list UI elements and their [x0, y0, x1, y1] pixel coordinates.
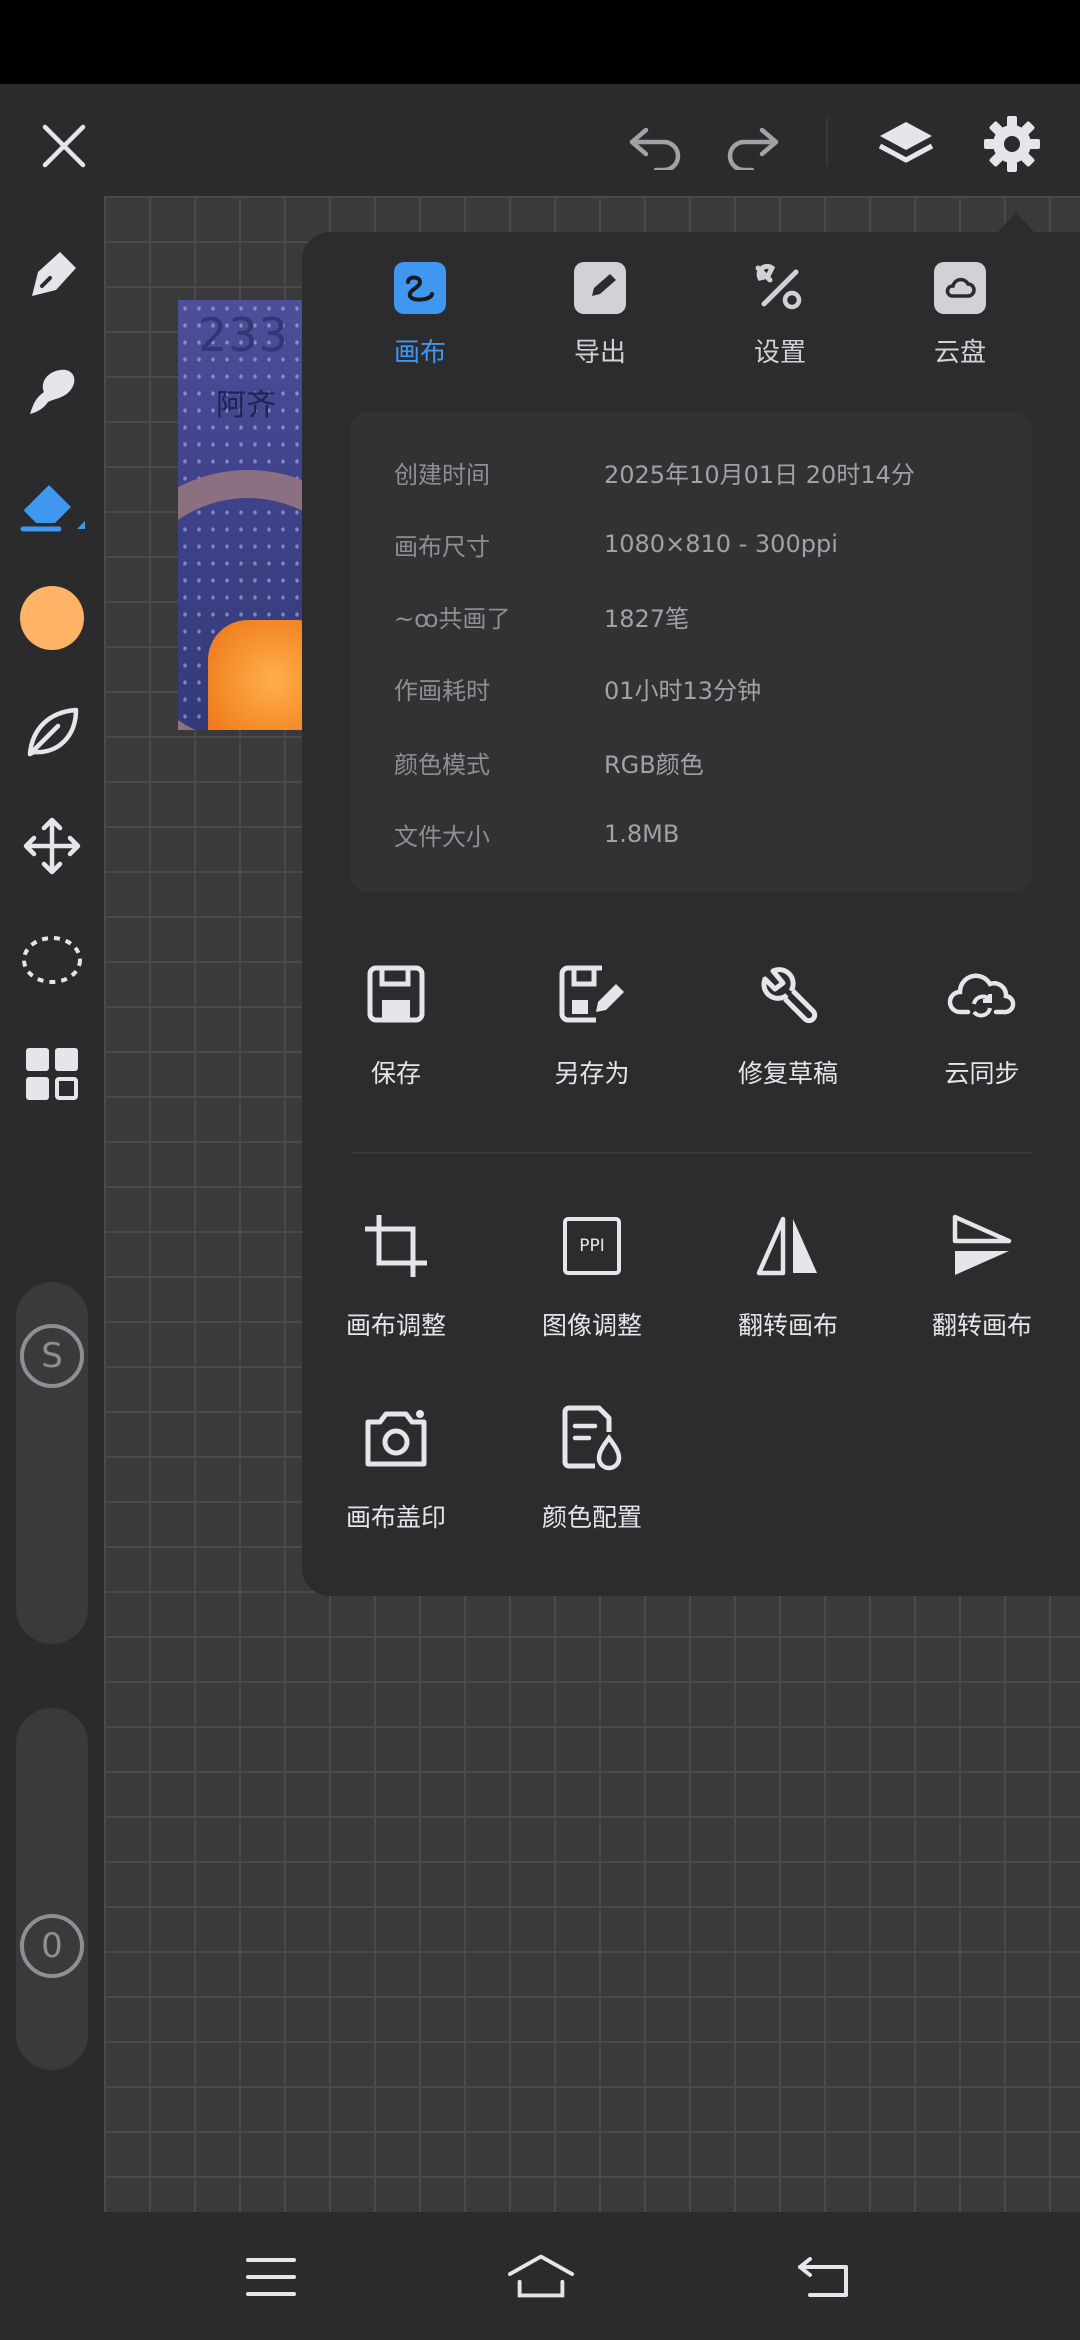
info-value: 01小时13分钟 [604, 676, 762, 705]
info-row-duration: 作画耗时 01小时13分钟 [394, 668, 761, 708]
save-as-icon [556, 958, 628, 1030]
color-profile-button[interactable]: 颜色配置 [502, 1402, 682, 1534]
panel-tabs: 画布 导出 设置 云盘 [330, 262, 1050, 382]
tab-cloud-drive[interactable]: 云盘 [900, 262, 1020, 382]
tab-label: 设置 [753, 338, 806, 368]
info-row-file-size: 文件大小 1.8MB [394, 814, 679, 854]
info-row-created: 创建时间 2025年10月01日 20时14分 [394, 452, 915, 492]
flip-horizontal-label: 翻转画布 [737, 1311, 838, 1340]
artwork-preview: 233 阿齐 [178, 300, 302, 730]
size-slider-knob[interactable]: S [20, 1324, 84, 1388]
ppi-icon: PPI [556, 1210, 628, 1282]
repair-draft-button[interactable]: 修复草稿 [698, 958, 878, 1090]
panel-pointer [996, 212, 1036, 234]
cloud-drive-icon [934, 262, 986, 314]
grid-tool-icon[interactable] [12, 1034, 92, 1114]
move-tool-icon[interactable] [12, 806, 92, 886]
info-key: 画布尺寸 [394, 532, 490, 561]
save-as-button[interactable]: 另存为 [502, 958, 682, 1090]
canvas-stamp-label: 画布盖印 [345, 1503, 446, 1532]
color-profile-label: 颜色配置 [541, 1503, 642, 1532]
ppi-badge: PPI [563, 1217, 621, 1275]
canvas-icon [394, 262, 446, 314]
color-profile-icon [556, 1402, 628, 1474]
image-adjust-label: 图像调整 [541, 1311, 642, 1340]
artwork-text-bottom: 阿齐 [216, 388, 276, 423]
tool-sidebar: S 0 [0, 196, 104, 2212]
leaf-tool-icon[interactable] [12, 692, 92, 772]
cloud-sync-label: 云同步 [944, 1059, 1020, 1088]
save-button[interactable]: 保存 [306, 958, 486, 1090]
save-icon [360, 958, 432, 1030]
info-row-strokes: ~ꝏ共画了 1827笔 [394, 596, 689, 636]
undo-icon[interactable] [620, 110, 692, 182]
canvas-adjust-label: 画布调整 [345, 1311, 446, 1340]
flip-vertical-label: 翻转画布 [931, 1311, 1032, 1340]
tools-icon [754, 262, 806, 314]
tab-label: 导出 [573, 338, 626, 368]
artwork-lantern [208, 620, 302, 730]
tab-settings[interactable]: 设置 [720, 262, 840, 382]
redo-icon[interactable] [716, 110, 788, 182]
menu-icon[interactable] [236, 2242, 306, 2312]
export-icon [574, 262, 626, 314]
info-key: ~ꝏ共画了 [394, 604, 511, 633]
info-key: 创建时间 [394, 460, 490, 489]
flip-horizontal-button[interactable]: 翻转画布 [698, 1210, 878, 1342]
tab-canvas[interactable]: 画布 [360, 262, 480, 382]
pen-tool-icon[interactable] [12, 236, 92, 316]
canvas-adjust-button[interactable]: 画布调整 [306, 1210, 486, 1342]
opacity-slider-knob[interactable]: 0 [20, 1914, 84, 1978]
cloud-sync-button[interactable]: 云同步 [892, 958, 1072, 1090]
tab-label: 画布 [393, 338, 446, 368]
tab-export[interactable]: 导出 [540, 262, 660, 382]
info-key: 文件大小 [394, 822, 490, 851]
image-adjust-button[interactable]: PPI 图像调整 [502, 1210, 682, 1342]
eraser-tool-icon[interactable] [12, 466, 92, 546]
status-bar [0, 0, 1080, 84]
info-key: 颜色模式 [394, 750, 490, 779]
opacity-slider[interactable]: 0 [16, 1708, 88, 2070]
color-swatch[interactable] [12, 578, 92, 658]
info-key: 作画耗时 [394, 676, 490, 705]
save-as-label: 另存为 [554, 1059, 630, 1088]
lasso-tool-icon[interactable] [12, 920, 92, 1000]
flip-vertical-icon [946, 1210, 1018, 1282]
camera-icon [360, 1402, 432, 1474]
artwork-text-top: 233 [198, 308, 289, 362]
toolbar-divider [826, 118, 828, 166]
smudge-tool-icon[interactable] [12, 352, 92, 432]
gear-icon[interactable] [972, 104, 1052, 184]
info-row-color-mode: 颜色模式 RGB颜色 [394, 742, 704, 782]
info-value: RGB颜色 [604, 750, 704, 779]
save-label: 保存 [370, 1059, 421, 1088]
repair-draft-label: 修复草稿 [737, 1059, 838, 1088]
info-value: 1080×810 - 300ppi [604, 530, 838, 558]
flip-vertical-button[interactable]: 翻转画布 [892, 1210, 1072, 1342]
info-row-size: 画布尺寸 1080×810 - 300ppi [394, 524, 838, 564]
tab-label: 云盘 [933, 338, 986, 368]
cloud-sync-icon [946, 958, 1018, 1030]
panel-divider [352, 1152, 1032, 1154]
layers-icon[interactable] [866, 106, 946, 186]
info-value: 1827笔 [604, 604, 690, 633]
app-root: 233 阿齐 S 0 画布 导出 设置 云盘 创建时间 2025年10月01日 … [0, 0, 1080, 2340]
canvas-stamp-button[interactable]: 画布盖印 [306, 1402, 486, 1534]
crop-icon [360, 1210, 432, 1282]
back-icon[interactable] [790, 2242, 860, 2312]
wrench-icon [752, 958, 824, 1030]
system-nav-bar [0, 2212, 1080, 2340]
brush-size-slider[interactable]: S [16, 1282, 88, 1644]
info-value: 2025年10月01日 20时14分 [604, 460, 915, 489]
info-value: 1.8MB [604, 820, 680, 848]
home-icon[interactable] [506, 2242, 576, 2312]
canvas-info-box: 创建时间 2025年10月01日 20时14分 画布尺寸 1080×810 - 30… [350, 412, 1032, 892]
close-icon[interactable] [28, 110, 100, 182]
flip-horizontal-icon [752, 1210, 824, 1282]
